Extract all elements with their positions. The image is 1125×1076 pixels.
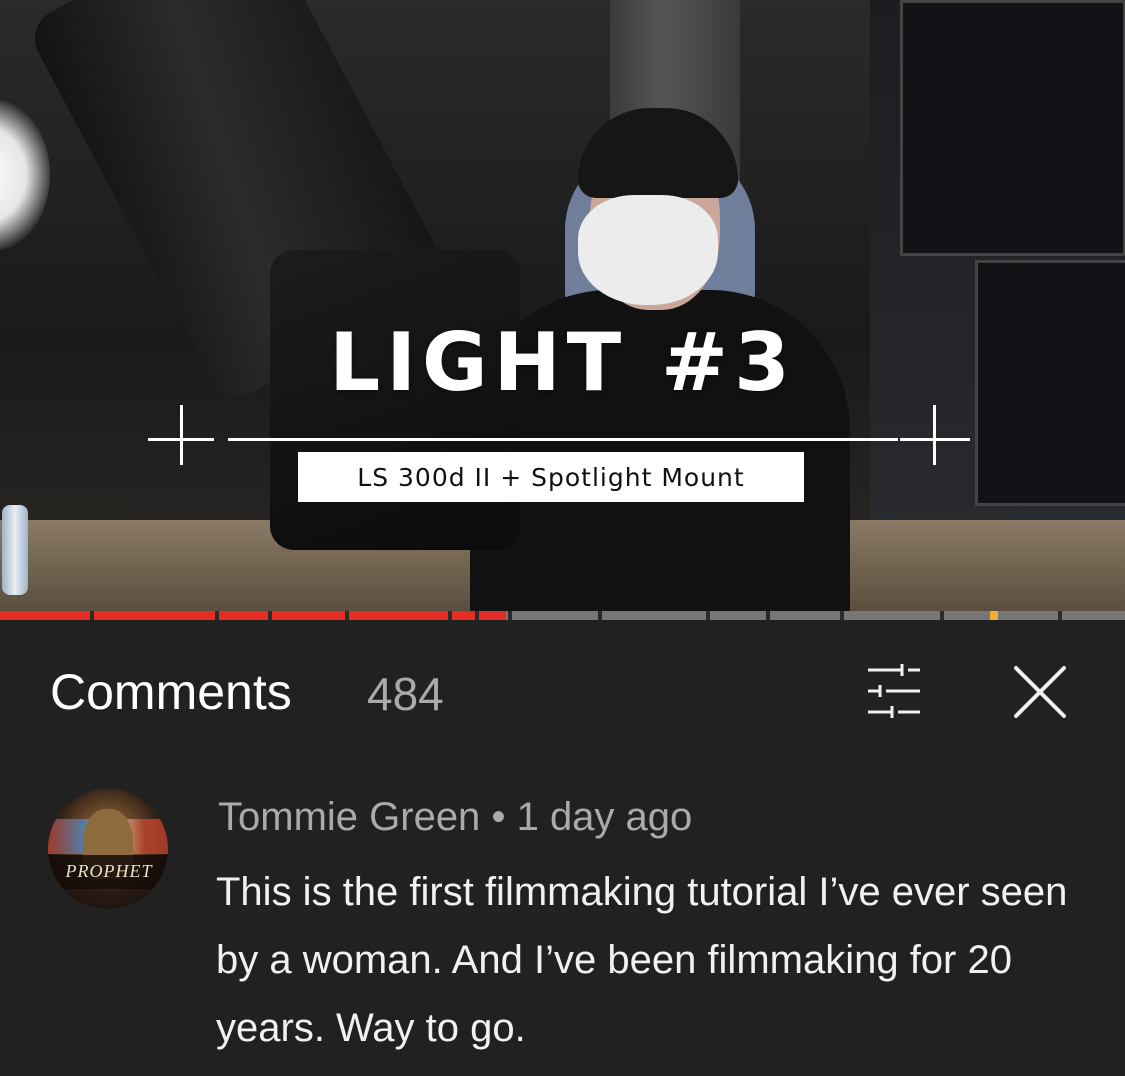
comment-author[interactable]: Tommie Green bbox=[218, 795, 480, 839]
chapter-marker bbox=[990, 611, 998, 620]
chapter-divider bbox=[766, 611, 770, 620]
chapter-divider bbox=[940, 611, 944, 620]
background-window bbox=[900, 0, 1125, 256]
video-player[interactable]: LIGHT #3 LS 300d II + Spotlight Mount bbox=[0, 0, 1125, 615]
softbox-light bbox=[0, 100, 50, 250]
chapter-divider bbox=[706, 611, 710, 620]
chapter-divider bbox=[268, 611, 272, 620]
avatar[interactable]: PROPHET bbox=[48, 789, 168, 909]
chapter-divider bbox=[90, 611, 94, 620]
video-subtitle-overlay: LS 300d II + Spotlight Mount bbox=[298, 452, 804, 502]
chapter-divider bbox=[508, 611, 512, 620]
chapter-divider bbox=[345, 611, 349, 620]
chapter-divider bbox=[215, 611, 219, 620]
crosshair-right-icon bbox=[933, 405, 936, 465]
comment-text: This is the first filmmaking tutorial I’… bbox=[216, 870, 1068, 1050]
filter-icon bbox=[868, 664, 920, 718]
close-icon bbox=[1014, 666, 1066, 718]
chapter-divider bbox=[1058, 611, 1062, 620]
video-frame bbox=[0, 0, 1125, 615]
progress-played bbox=[0, 611, 507, 620]
close-button[interactable] bbox=[1010, 662, 1070, 722]
comments-title: Comments bbox=[50, 664, 292, 720]
comment-meta: Tommie Green • 1 day ago bbox=[218, 795, 692, 840]
chapter-divider bbox=[840, 611, 844, 620]
video-progress-bar[interactable] bbox=[0, 611, 1125, 620]
comments-count: 484 bbox=[367, 668, 444, 720]
chapter-divider bbox=[448, 611, 452, 620]
comment-time: 1 day ago bbox=[516, 795, 693, 839]
meta-separator: • bbox=[491, 795, 506, 839]
avatar-label: PROPHET bbox=[65, 861, 153, 881]
person-mask bbox=[578, 195, 718, 305]
title-underline bbox=[228, 438, 898, 441]
chapter-divider bbox=[475, 611, 479, 620]
filter-icon[interactable] bbox=[862, 662, 924, 720]
video-title-overlay: LIGHT #3 bbox=[329, 316, 796, 409]
chapter-divider bbox=[598, 611, 602, 620]
crosshair-left-icon bbox=[180, 405, 183, 465]
water-bottle bbox=[2, 505, 28, 595]
